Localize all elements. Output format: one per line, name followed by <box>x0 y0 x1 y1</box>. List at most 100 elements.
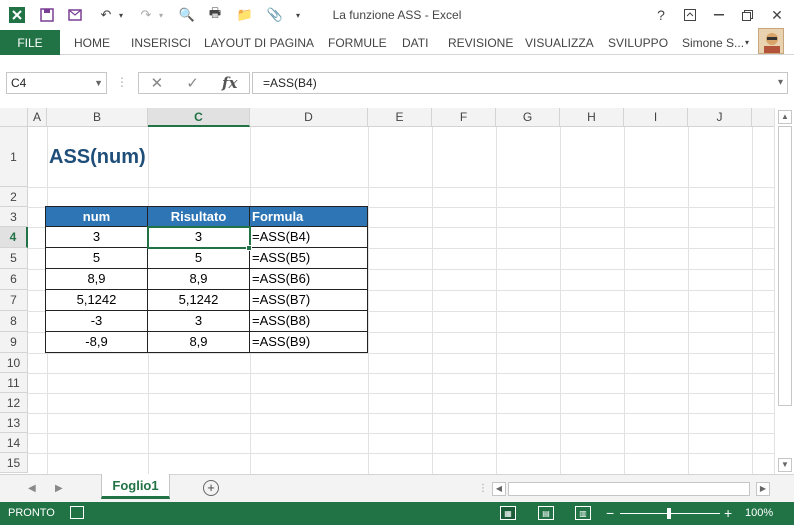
table-cell[interactable]: 3 <box>45 226 148 248</box>
column-header-c[interactable]: C <box>148 108 250 127</box>
table-cell[interactable]: =ASS(B8) <box>249 310 368 332</box>
table-cell[interactable]: 3 <box>147 310 250 332</box>
print-icon[interactable]: 🖶 <box>206 5 224 24</box>
table-header-cell[interactable]: Risultato <box>147 206 250 227</box>
row-header-14[interactable]: 14 <box>0 433 28 453</box>
column-header-e[interactable]: E <box>368 108 432 127</box>
expand-formula-bar-icon[interactable]: ▾ <box>778 73 783 93</box>
row-header-3[interactable]: 3 <box>0 207 28 227</box>
save-icon[interactable] <box>38 6 56 24</box>
help-button[interactable]: ? <box>648 4 674 26</box>
scroll-right-icon[interactable]: ▶ <box>756 482 770 496</box>
email-icon[interactable] <box>66 6 84 24</box>
redo-icon[interactable]: ↷ <box>136 6 156 24</box>
page-layout-view-icon[interactable]: ▤ <box>538 506 554 520</box>
table-cell[interactable]: 5 <box>45 247 148 269</box>
table-cell[interactable]: 5,1242 <box>45 289 148 311</box>
tab-split-grip-icon[interactable]: ⋮ <box>478 483 488 494</box>
customize-toolbar-icon[interactable]: ▾ <box>292 6 304 24</box>
undo-dropdown-icon[interactable]: ▾ <box>116 6 126 24</box>
table-cell[interactable]: =ASS(B7) <box>249 289 368 311</box>
previous-sheet-icon[interactable]: ◀ <box>28 483 36 494</box>
select-all-button[interactable] <box>0 108 28 127</box>
tab-insert[interactable]: INSERISCI <box>131 30 191 55</box>
row-header-10[interactable]: 10 <box>0 353 28 373</box>
insert-function-icon[interactable]: fx <box>222 74 237 92</box>
table-cell[interactable]: =ASS(B5) <box>249 247 368 269</box>
tab-view[interactable]: VISUALIZZA <box>525 30 594 55</box>
row-header-7[interactable]: 7 <box>0 290 28 311</box>
column-header-g[interactable]: G <box>496 108 560 127</box>
scroll-up-icon[interactable]: ▲ <box>778 110 792 124</box>
row-header-2[interactable]: 2 <box>0 187 28 207</box>
horizontal-scrollbar[interactable]: ◀ ▶ <box>492 482 772 497</box>
table-cell[interactable]: 8,9 <box>147 331 250 353</box>
table-header-cell[interactable]: num <box>45 206 148 227</box>
row-header-9[interactable]: 9 <box>0 332 28 353</box>
fill-handle[interactable] <box>246 245 252 251</box>
column-header-j[interactable]: J <box>688 108 752 127</box>
name-box[interactable]: C4 ▼ <box>6 72 107 94</box>
row-header-5[interactable]: 5 <box>0 248 28 269</box>
tab-page-layout[interactable]: LAYOUT DI PAGINA <box>204 30 314 55</box>
tab-data[interactable]: DATI <box>402 30 428 55</box>
table-cell[interactable]: -3 <box>45 310 148 332</box>
table-header-cell[interactable]: Formula <box>249 206 368 227</box>
minimize-icon[interactable] <box>706 4 732 26</box>
ribbon-display-options-icon[interactable] <box>677 4 703 26</box>
table-cell[interactable]: 5,1242 <box>147 289 250 311</box>
table-cell[interactable]: 5 <box>147 247 250 269</box>
scroll-left-icon[interactable]: ◀ <box>492 482 506 496</box>
column-header-h[interactable]: H <box>560 108 624 127</box>
sheet-tab-foglio1[interactable]: Foglio1 <box>101 474 170 499</box>
zoom-in-icon[interactable]: + <box>724 505 732 521</box>
column-header-k[interactable] <box>752 108 774 127</box>
sheet-title[interactable]: ASS(num) <box>49 146 146 169</box>
row-header-6[interactable]: 6 <box>0 269 28 290</box>
row-header-8[interactable]: 8 <box>0 311 28 332</box>
formula-input[interactable]: =ASS(B4) ▾ <box>252 72 788 94</box>
row-header-1[interactable]: 1 <box>0 127 28 187</box>
zoom-out-icon[interactable]: − <box>606 505 614 521</box>
user-dropdown-icon[interactable]: ▾ <box>745 30 749 55</box>
user-name[interactable]: Simone S... <box>682 30 744 55</box>
tab-developer[interactable]: SVILUPPO <box>608 30 668 55</box>
table-cell[interactable]: -8,9 <box>45 331 148 353</box>
table-cell[interactable]: 3 <box>147 226 250 248</box>
column-header-a[interactable]: A <box>28 108 47 127</box>
column-header-i[interactable]: I <box>624 108 688 127</box>
print-preview-icon[interactable]: 🔍 <box>178 6 196 24</box>
column-header-f[interactable]: F <box>432 108 496 127</box>
next-sheet-icon[interactable]: ▶ <box>55 483 63 494</box>
add-sheet-button[interactable]: + <box>203 480 219 496</box>
attach-icon[interactable]: 📎 <box>266 6 284 24</box>
column-header-b[interactable]: B <box>47 108 148 127</box>
worksheet-grid[interactable]: A B C D E F G H I J 1 2 3 4 5 6 7 8 9 10… <box>0 108 774 474</box>
enter-icon[interactable]: ✓ <box>186 74 199 92</box>
tab-file[interactable]: FILE <box>0 30 60 55</box>
cancel-icon[interactable]: ✕ <box>151 74 164 92</box>
scroll-down-icon[interactable]: ▼ <box>778 458 792 472</box>
tab-review[interactable]: REVISIONE <box>448 30 513 55</box>
table-cell[interactable]: =ASS(B4) <box>249 226 368 248</box>
open-icon[interactable]: 📁 <box>236 6 254 24</box>
row-header-13[interactable]: 13 <box>0 413 28 433</box>
row-header-11[interactable]: 11 <box>0 373 28 393</box>
avatar[interactable] <box>758 28 784 54</box>
macro-record-icon[interactable] <box>70 506 84 519</box>
column-header-d[interactable]: D <box>250 108 368 127</box>
redo-dropdown-icon[interactable]: ▾ <box>156 6 166 24</box>
table-cell[interactable]: 8,9 <box>147 268 250 290</box>
table-cell[interactable]: =ASS(B9) <box>249 331 368 353</box>
vertical-scroll-thumb[interactable] <box>778 126 792 406</box>
horizontal-scroll-thumb[interactable] <box>508 482 750 496</box>
name-box-dropdown-icon[interactable]: ▼ <box>94 73 103 93</box>
vertical-scrollbar[interactable]: ▲ ▼ <box>774 108 794 474</box>
table-cell[interactable]: =ASS(B6) <box>249 268 368 290</box>
normal-view-icon[interactable]: ▦ <box>500 506 516 520</box>
page-break-preview-icon[interactable]: ▥ <box>575 506 591 520</box>
zoom-slider-thumb[interactable] <box>667 508 671 519</box>
table-cell[interactable]: 8,9 <box>45 268 148 290</box>
undo-icon[interactable]: ↶ <box>96 6 116 24</box>
restore-icon[interactable] <box>734 4 760 26</box>
